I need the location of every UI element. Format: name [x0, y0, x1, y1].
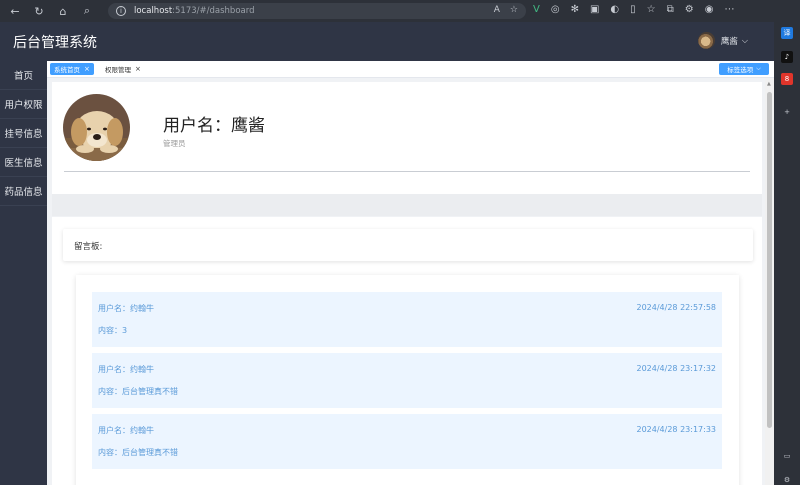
back-icon[interactable]: ←	[6, 2, 24, 20]
message-list: 用户名：约翰牛 2024/4/28 22:57:58 内容：3 用户名：约翰牛 …	[76, 275, 739, 485]
search-icon[interactable]: ⌕	[78, 2, 96, 20]
extension-icon[interactable]: ◎	[551, 4, 560, 15]
home-icon[interactable]: ⌂	[54, 2, 72, 20]
avatar	[697, 32, 715, 49]
translate-icon[interactable]: 译	[781, 27, 793, 39]
favorite-star-icon[interactable]: ☆	[510, 5, 518, 15]
chevron-down-icon: ⌵	[756, 65, 761, 72]
app-header: 后台管理系统 鹰酱 ⌵	[0, 22, 774, 61]
vertical-scrollbar[interactable]: ▲	[765, 78, 774, 485]
chevron-down-icon: ⌵	[741, 35, 748, 45]
scrollbar-thumb[interactable]	[767, 92, 772, 428]
settings-icon[interactable]: ⚙	[781, 474, 793, 485]
sidebar-item-home[interactable]: 首页	[0, 61, 47, 90]
refresh-icon[interactable]: ↻	[30, 2, 48, 20]
read-aloud-icon[interactable]: A	[494, 5, 500, 15]
browser-toolbar: ← ↻ ⌂ ⌕ i localhost:5173/#/dashboard A ☆…	[0, 0, 800, 22]
extension-icon[interactable]: 8	[781, 73, 793, 85]
site-info-icon[interactable]: i	[116, 6, 126, 16]
sidebar-item-user-permissions[interactable]: 用户权限	[0, 90, 47, 119]
extension-icons: V ◎ ✻ ▣ ◐ ▯ ☆ ⧉ ⚙ ◉ ⋯	[533, 4, 734, 15]
tabs-bar: 系统首页 × 权限管理 × 标签选项 ⌵	[47, 61, 774, 78]
list-item: 用户名：约翰牛 2024/4/28 23:17:33 内容：后台管理真不错	[92, 414, 722, 469]
avatar	[63, 94, 130, 161]
tab-label: 权限管理	[105, 66, 131, 74]
extensions-icon[interactable]: ⚙	[685, 4, 694, 15]
address-bar[interactable]: i localhost:5173/#/dashboard A ☆	[108, 3, 526, 19]
section-spacer	[52, 194, 762, 216]
message-time: 2024/4/28 22:57:58	[636, 303, 717, 312]
divider	[64, 171, 750, 172]
profile-icon[interactable]: ◉	[705, 4, 714, 15]
tab-label: 系统首页	[54, 66, 80, 74]
list-item: 用户名：约翰牛 2024/4/28 23:17:32 内容：后台管理真不错	[92, 353, 722, 408]
profile-role: 管理员	[163, 139, 186, 148]
tag-options-button[interactable]: 标签选项 ⌵	[719, 63, 769, 75]
sidebar: 首页 用户权限 挂号信息 医生信息 药品信息	[0, 61, 47, 485]
tab-dashboard[interactable]: 系统首页 ×	[50, 63, 94, 75]
message-user: 用户名：约翰牛	[98, 365, 154, 374]
list-item: 用户名：约翰牛 2024/4/28 22:57:58 内容：3	[92, 292, 722, 347]
message-content: 内容：3	[98, 326, 128, 335]
tab-permissions[interactable]: 权限管理 ×	[101, 63, 145, 75]
vue-devtools-icon[interactable]: V	[533, 4, 540, 15]
app-title: 后台管理系统	[13, 35, 97, 51]
browser-side-panel: 译 ♪ 8 + ▭ ⚙	[774, 22, 800, 485]
collections-icon[interactable]: ⧉	[667, 4, 674, 15]
user-menu[interactable]: 鹰酱 ⌵	[697, 32, 748, 49]
main-content: 系统首页 × 权限管理 × 标签选项 ⌵ 用户名：鹰酱 管理员 留言板: 用户名…	[47, 61, 774, 485]
message-time: 2024/4/28 23:17:32	[636, 364, 717, 373]
message-user: 用户名：约翰牛	[98, 304, 154, 313]
split-screen-icon[interactable]: ▯	[630, 4, 636, 15]
profile-username: 用户名：鹰酱	[163, 116, 265, 136]
message-user: 用户名：约翰牛	[98, 426, 154, 435]
tiktok-icon[interactable]: ♪	[781, 51, 793, 63]
sidebar-item-medicines[interactable]: 药品信息	[0, 177, 47, 206]
sidebar-item-doctors[interactable]: 医生信息	[0, 148, 47, 177]
message-content: 内容：后台管理真不错	[98, 387, 178, 396]
message-board: 留言板: 用户名：约翰牛 2024/4/28 22:57:58 内容：3 用户名…	[52, 217, 762, 485]
more-menu-icon[interactable]: ⋯	[724, 4, 734, 15]
message-content: 内容：后台管理真不错	[98, 448, 178, 457]
screen-icon[interactable]: ▭	[781, 450, 793, 462]
extension-icon[interactable]: ◐	[610, 4, 619, 15]
extension-icon[interactable]: ▣	[590, 4, 599, 15]
extension-icon[interactable]: ✻	[571, 4, 579, 15]
url-host: localhost	[134, 6, 173, 16]
close-icon[interactable]: ×	[84, 65, 90, 73]
message-time: 2024/4/28 23:17:33	[636, 425, 717, 434]
user-name: 鹰酱	[720, 36, 738, 47]
scroll-up-icon[interactable]: ▲	[767, 81, 771, 87]
message-board-title: 留言板:	[74, 242, 103, 252]
close-icon[interactable]: ×	[135, 65, 141, 73]
url-path: :5173/#/dashboard	[172, 6, 255, 16]
favorites-icon[interactable]: ☆	[647, 4, 656, 15]
profile-card: 用户名：鹰酱 管理员	[52, 82, 762, 194]
tag-options-label: 标签选项	[727, 66, 754, 74]
add-icon[interactable]: +	[781, 106, 793, 118]
sidebar-item-registration[interactable]: 挂号信息	[0, 119, 47, 148]
message-board-header: 留言板:	[63, 229, 753, 261]
